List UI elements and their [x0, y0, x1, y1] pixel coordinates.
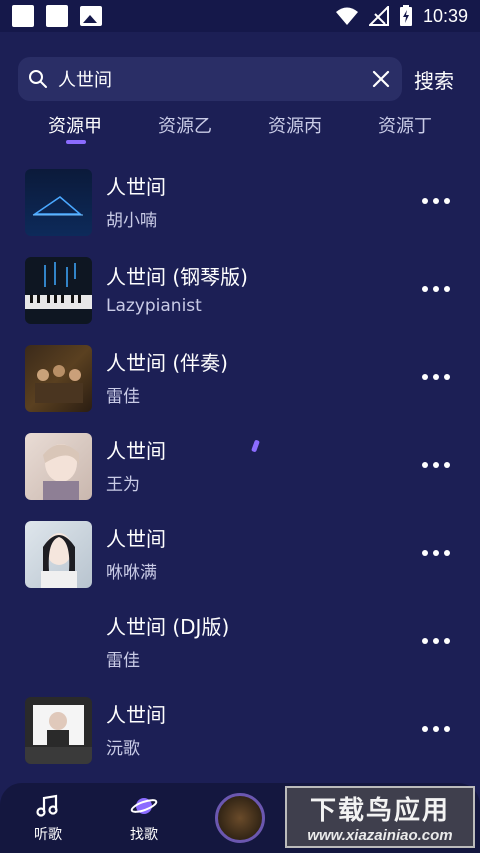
watermark: 下载鸟应用 www.xiazainiao.com	[285, 786, 475, 848]
tab-source-d[interactable]: 资源丁	[350, 108, 460, 144]
more-options-icon[interactable]	[422, 550, 450, 556]
song-artist: 雷佳	[106, 386, 140, 407]
more-options-icon[interactable]	[422, 462, 450, 468]
album-cover-empty	[25, 609, 92, 676]
song-title: 人世间	[106, 438, 166, 463]
song-list: 人世间 胡小喃 人世间 (钢琴版) Lazypianist 人世间 (伴奏) 雷…	[0, 158, 480, 774]
more-options-icon[interactable]	[422, 286, 450, 292]
tab-source-c[interactable]: 资源丙	[240, 108, 350, 144]
song-title: 人世间	[106, 526, 166, 551]
planet-icon	[130, 798, 158, 814]
album-cover	[25, 168, 92, 236]
tab-source-a[interactable]: 资源甲	[20, 108, 130, 144]
image-icon	[80, 6, 102, 26]
song-row[interactable]: 人世间 沅歌	[0, 686, 480, 774]
song-row[interactable]: 人世间 (伴奏) 雷佳	[0, 334, 480, 422]
song-title: 人世间 (伴奏)	[106, 350, 228, 375]
more-options-icon[interactable]	[422, 198, 450, 204]
no-signal-icon	[368, 6, 389, 26]
now-playing[interactable]	[192, 793, 288, 843]
nav-listen-label: 听歌	[34, 827, 62, 843]
more-options-icon[interactable]	[422, 726, 450, 732]
song-artist: 咻咻满	[106, 562, 157, 583]
song-row[interactable]: 人世间 咻咻满	[0, 510, 480, 598]
search-input[interactable]	[48, 68, 370, 90]
nav-find[interactable]: 找歌	[96, 792, 192, 844]
song-title: 人世间	[106, 702, 166, 727]
source-tabs: 资源甲 资源乙 资源丙 资源丁	[20, 108, 460, 144]
album-cover	[25, 432, 92, 500]
song-row[interactable]: 人世间 (钢琴版) Lazypianist	[0, 246, 480, 334]
watermark-en: www.xiazainiao.com	[307, 827, 453, 844]
song-artist: 王为	[106, 474, 140, 495]
album-cover	[25, 344, 92, 412]
song-artist: 雷佳	[106, 650, 140, 671]
song-title: 人世间 (钢琴版)	[106, 265, 248, 289]
now-playing-disc[interactable]	[215, 793, 265, 843]
tab-source-b[interactable]: 资源乙	[130, 108, 240, 144]
status-bar: 10:39	[0, 0, 480, 32]
song-title: 人世间 (DJ版)	[106, 614, 230, 639]
song-artist: 胡小喃	[106, 210, 157, 231]
more-options-icon[interactable]	[422, 638, 450, 644]
search-button[interactable]: 搜索	[414, 65, 454, 94]
song-artist: Lazypianist	[106, 296, 202, 316]
album-cover	[25, 256, 92, 324]
album-cover	[25, 520, 92, 588]
status-time: 10:39	[422, 5, 468, 26]
clear-icon[interactable]	[370, 68, 392, 90]
nav-listen[interactable]: 听歌	[0, 792, 96, 844]
notification-square-icon	[12, 5, 34, 27]
song-artist: 沅歌	[106, 738, 140, 759]
album-cover	[25, 696, 92, 764]
search-box[interactable]	[18, 57, 402, 101]
song-row[interactable]: 人世间 王为	[0, 422, 480, 510]
nav-find-label: 找歌	[130, 827, 158, 843]
battery-charging-icon	[399, 5, 412, 26]
watermark-cn: 下载鸟应用	[309, 796, 450, 826]
wifi-icon	[335, 7, 358, 25]
song-row[interactable]: 人世间 胡小喃	[0, 158, 480, 246]
music-note-icon	[36, 794, 58, 817]
more-options-icon[interactable]	[422, 374, 450, 380]
notification-square-icon	[46, 5, 68, 27]
search-icon	[29, 70, 47, 88]
song-row[interactable]: 人世间 (DJ版) 雷佳	[0, 598, 480, 686]
song-title: 人世间	[106, 174, 166, 199]
search-row: 搜索	[18, 57, 462, 101]
